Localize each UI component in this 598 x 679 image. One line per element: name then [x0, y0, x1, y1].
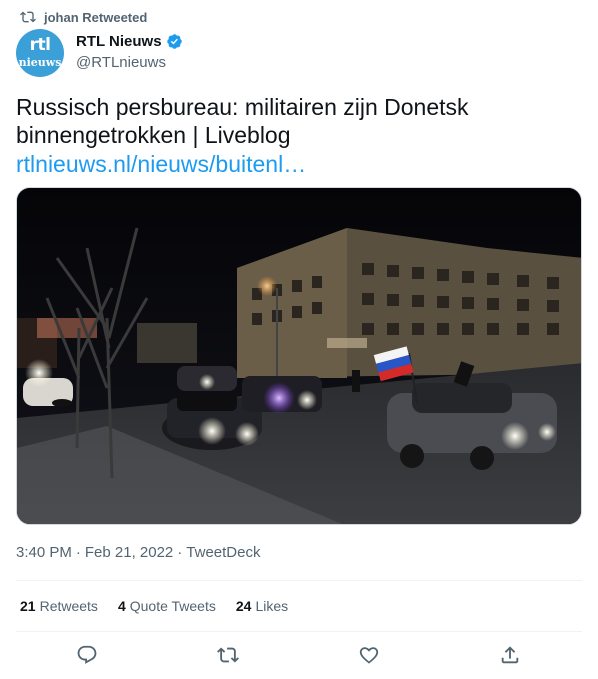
- timestamp-separator: ·: [177, 544, 183, 561]
- likes-stat[interactable]: 24 Likes: [236, 598, 288, 614]
- tweet-text: Russisch persbureau: militairen zijn Don…: [16, 94, 469, 148]
- like-icon: [359, 647, 379, 664]
- tweet-actions: [0, 644, 598, 666]
- timestamp-separator: ·: [75, 544, 81, 561]
- tweet-stats: 21 Retweets 4 Quote Tweets 24 Likes: [20, 598, 288, 614]
- likes-label: Likes: [255, 598, 289, 614]
- tweet-link[interactable]: rtlnieuws.nl/nieuws/buitenl…: [16, 150, 306, 178]
- tweet-time[interactable]: 3:40 PM: [16, 544, 72, 561]
- tweet-timestamp[interactable]: 3:40 PM · Feb 21, 2022 · TweetDeck: [16, 544, 260, 561]
- quotes-count: 4: [117, 598, 126, 614]
- avatar-logo-top: rtl: [29, 35, 51, 55]
- divider: [16, 580, 582, 581]
- likes-count: 24: [235, 598, 252, 614]
- reply-icon: [77, 645, 97, 664]
- retweet-button[interactable]: [217, 644, 239, 666]
- retweets-stat[interactable]: 21 Retweets: [20, 598, 98, 614]
- retweet-icon: [217, 647, 239, 663]
- retweet-context-text: johan Retweeted: [44, 9, 148, 25]
- author-name-row[interactable]: RTL Nieuws: [76, 33, 183, 50]
- divider: [16, 631, 582, 632]
- tweet-date[interactable]: Feb 21, 2022: [85, 544, 173, 561]
- retweet-icon: [20, 11, 36, 23]
- share-button[interactable]: [499, 644, 521, 666]
- video-thumbnail: [17, 188, 581, 524]
- reply-button[interactable]: [76, 644, 98, 666]
- author-handle[interactable]: @RTLnieuws: [76, 54, 166, 71]
- quotes-label: Quote Tweets: [129, 598, 216, 614]
- quotes-stat[interactable]: 4 Quote Tweets: [118, 598, 216, 614]
- share-icon: [501, 646, 519, 664]
- author-name[interactable]: RTL Nieuws: [76, 33, 162, 50]
- retweets-count: 21: [20, 598, 36, 614]
- tweet-source[interactable]: TweetDeck: [186, 544, 260, 561]
- retweets-label: Retweets: [39, 598, 98, 614]
- avatar[interactable]: rtl nieuws: [16, 29, 64, 77]
- verified-badge-icon: [166, 34, 182, 49]
- like-button[interactable]: [358, 644, 380, 666]
- avatar-logo-bottom: nieuws: [18, 56, 62, 69]
- retweet-context[interactable]: johan Retweeted: [20, 9, 147, 25]
- tweet-media-video[interactable]: [16, 187, 582, 525]
